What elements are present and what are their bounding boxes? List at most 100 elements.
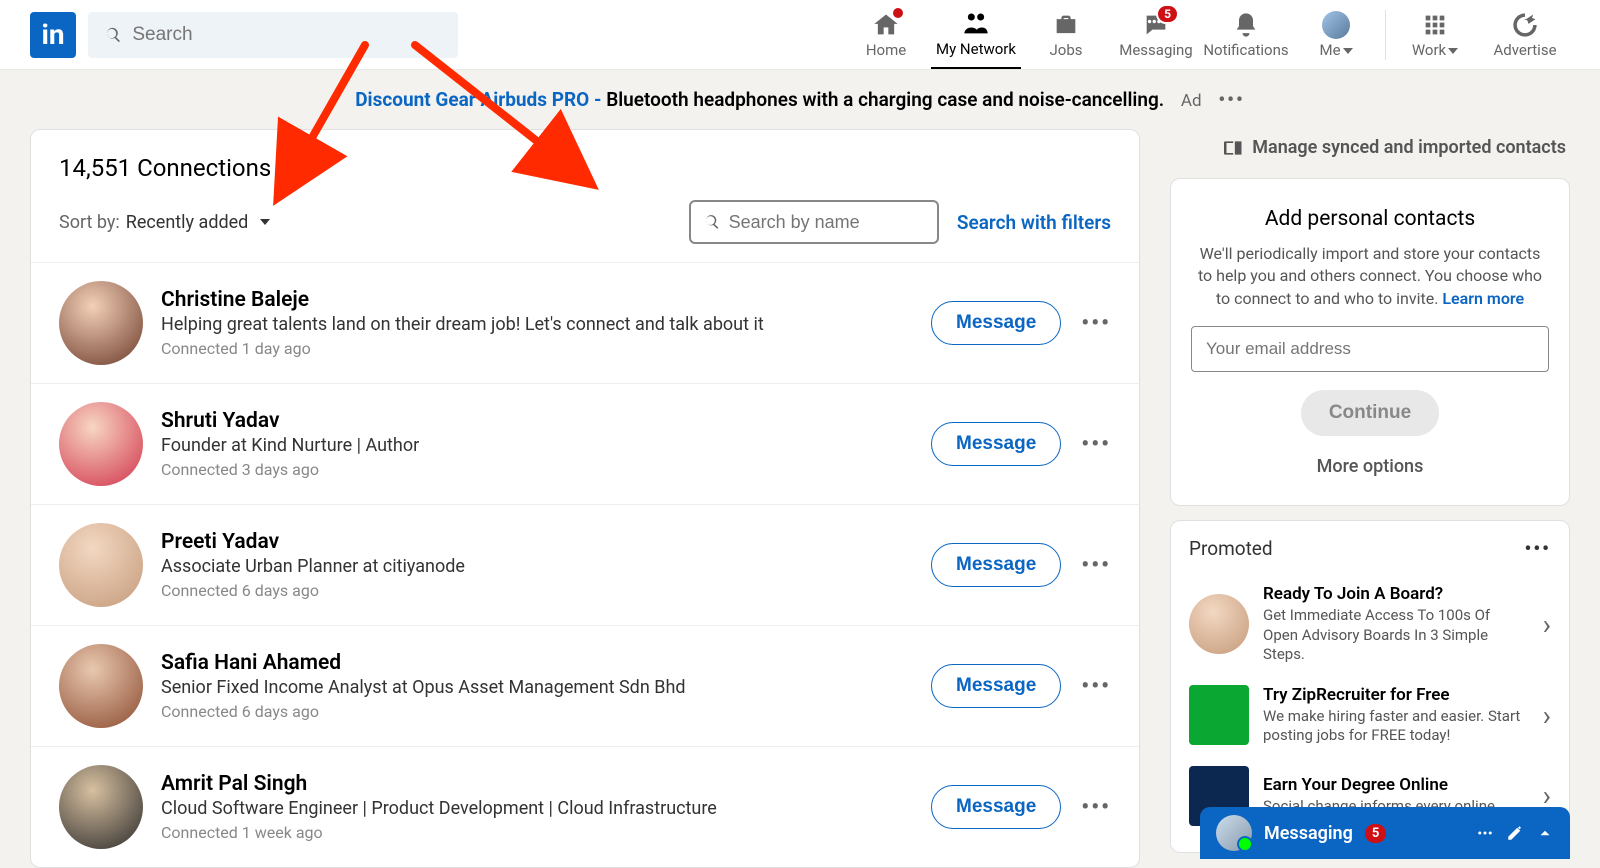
connection-row: Preeti Yadav Associate Urban Planner at … [31,504,1139,625]
nav-jobs[interactable]: Jobs [1021,0,1111,69]
overlay-title: Messaging [1264,823,1353,844]
search-with-filters-link[interactable]: Search with filters [957,211,1111,234]
connection-avatar[interactable] [59,644,143,728]
contacts-description: We'll periodically import and store your… [1191,243,1549,310]
search-input[interactable] [132,24,442,46]
connections-card: 14,551 Connections Sort by: Recently add… [30,129,1140,868]
promoted-item[interactable]: Try ZipRecruiter for Free We make hiring… [1189,675,1551,756]
name-search-input[interactable] [729,212,925,233]
connection-meta: Connected 3 days ago [161,460,931,479]
more-actions-button[interactable]: ••• [1081,795,1111,820]
nav-home[interactable]: Home [841,0,931,69]
promoted-item[interactable]: Ready To Join A Board? Get Immediate Acc… [1189,574,1551,675]
more-actions-button[interactable]: ••• [1081,553,1111,578]
chevron-right-icon: › [1543,608,1551,641]
continue-button[interactable]: Continue [1301,390,1439,436]
nav-work[interactable]: Work [1390,0,1480,69]
more-options-link[interactable]: More options [1191,456,1549,477]
search-by-name[interactable] [689,200,939,244]
ad-banner: Discount Gear Airbuds PRO - Bluetooth he… [0,70,1600,129]
connection-headline: Associate Urban Planner at citiyanode [161,556,931,577]
promoted-desc: Get Immediate Access To 100s Of Open Adv… [1263,606,1529,665]
network-icon [962,10,990,38]
search-icon [104,25,122,45]
sort-value-text: Recently added [126,212,249,233]
manage-contacts-link[interactable]: Manage synced and imported contacts [1170,129,1570,178]
ad-label: Ad [1181,91,1202,111]
nav-me[interactable]: Me [1291,0,1381,69]
promoted-title: Earn Your Degree Online [1263,775,1529,795]
promoted-more-button[interactable]: ••• [1525,537,1551,560]
messaging-badge: 5 [1156,4,1179,24]
connection-avatar[interactable] [59,523,143,607]
target-icon [1511,11,1539,39]
message-button[interactable]: Message [931,301,1061,345]
contacts-book-icon [1224,138,1244,158]
connections-count: 14,551 Connections [59,154,1111,182]
briefcase-icon [1052,11,1080,39]
promoted-desc: We make hiring faster and easier. Start … [1263,707,1529,746]
ad-product-link[interactable]: Discount Gear Airbuds PRO - [355,88,606,111]
promoted-image [1189,594,1249,654]
more-actions-button[interactable]: ••• [1081,311,1111,336]
message-button[interactable]: Message [931,422,1061,466]
search-icon [703,212,721,232]
nav-messaging[interactable]: 5 Messaging [1111,0,1201,69]
linkedin-logo[interactable]: in [30,12,76,58]
promoted-image [1189,685,1249,745]
email-input[interactable] [1191,326,1549,372]
ad-more-button[interactable]: ••• [1218,88,1244,111]
more-actions-button[interactable]: ••• [1081,432,1111,457]
message-button[interactable]: Message [931,785,1061,829]
message-button[interactable]: Message [931,543,1061,587]
chevron-right-icon: › [1543,699,1551,732]
overlay-badge: 5 [1365,824,1386,843]
nav-label: Me [1319,41,1352,59]
bell-icon [1232,11,1260,39]
nav-label: Advertise [1493,41,1556,59]
promoted-heading: Promoted [1189,537,1273,560]
nav-my-network[interactable]: My Network [931,0,1021,69]
chevron-down-icon [1343,48,1353,54]
connection-meta: Connected 6 days ago [161,581,931,600]
connection-name[interactable]: Amrit Pal Singh [161,772,931,796]
nav-notifications[interactable]: Notifications [1201,0,1291,69]
connection-name[interactable]: Christine Baleje [161,288,931,312]
connection-avatar[interactable] [59,281,143,365]
nav-label: Messaging [1119,41,1192,59]
connection-row: Christine Baleje Helping great talents l… [31,262,1139,383]
nav-label: Home [866,41,906,59]
promoted-title: Ready To Join A Board? [1263,584,1529,604]
global-search[interactable] [88,12,458,58]
messaging-overlay[interactable]: Messaging 5 [1200,807,1570,859]
nav-advertise[interactable]: Advertise [1480,0,1570,69]
message-button[interactable]: Message [931,664,1061,708]
connection-headline: Senior Fixed Income Analyst at Opus Asse… [161,677,931,698]
connection-name[interactable]: Preeti Yadav [161,530,931,554]
more-actions-button[interactable]: ••• [1081,674,1111,699]
connection-avatar[interactable] [59,765,143,849]
connection-meta: Connected 1 day ago [161,339,931,358]
connection-headline: Cloud Software Engineer | Product Develo… [161,798,931,819]
connection-row: Safia Hani Ahamed Senior Fixed Income An… [31,625,1139,746]
connection-meta: Connected 1 week ago [161,823,931,842]
connection-name[interactable]: Safia Hani Ahamed [161,651,931,675]
more-icon[interactable] [1476,824,1494,842]
chevron-down-icon [260,219,270,225]
sort-label: Sort by: [59,212,120,233]
connection-name[interactable]: Shruti Yadav [161,409,931,433]
nav-label: Notifications [1203,41,1288,59]
connection-headline: Founder at Kind Nurture | Author [161,435,931,456]
nav-label: Work [1412,41,1458,59]
chevron-down-icon [1448,48,1458,54]
promoted-card: Promoted ••• Ready To Join A Board? Get … [1170,520,1570,853]
sort-dropdown[interactable]: Recently added [126,212,271,233]
compose-icon[interactable] [1506,824,1524,842]
learn-more-link[interactable]: Learn more [1442,289,1524,308]
chevron-up-icon[interactable] [1536,824,1554,842]
add-contacts-card: Add personal contacts We'll periodically… [1170,178,1570,506]
connection-avatar[interactable] [59,402,143,486]
nav-divider [1385,10,1386,60]
overlay-avatar [1216,815,1252,851]
top-nav: in Home My Network Jobs 5 Messaging Noti… [0,0,1600,70]
